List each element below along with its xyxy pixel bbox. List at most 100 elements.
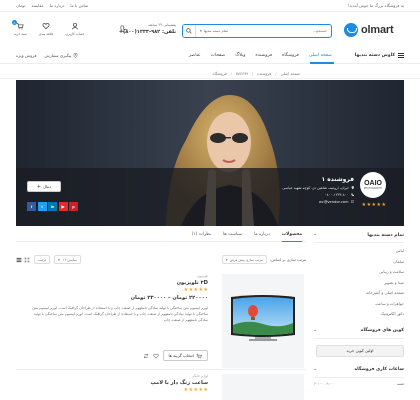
breadcrumb-vendor[interactable]: فروشنده [257,71,271,76]
tab-policies[interactable]: سیاست ها [223,232,242,241]
youtube-icon[interactable]: ▶ [58,202,68,211]
star-icon: ★ [203,287,208,293]
cart-button[interactable]: سبد خرید 0 [12,20,27,36]
star-icon: ★ [193,387,199,393]
vendor-content: محصولات درباره ما سیاست ها نظرات (۱) مرت… [16,232,306,400]
pinterest-icon[interactable]: p [69,202,78,211]
nav-item-pages[interactable]: صفحات [211,53,226,58]
currency-select[interactable]: تومان [16,3,25,8]
breadcrumb-separator: / [251,71,254,76]
categories-title: تمام دسته بندیها [367,232,404,238]
vendor-sidebar: تمام دسته بندیها – لباس مبلمان سلامت و ز… [314,232,404,400]
category-item[interactable]: جواهرات و ساعت [314,301,404,312]
special-sale-link[interactable]: فروش ویژه [16,53,36,58]
category-item[interactable]: مبلمان [314,259,404,270]
header: olmart تمام دسته بندیها ▾ پشتیبانی ۲۴ سا… [0,14,420,50]
minus-icon: – [314,327,317,334]
grid-view-icon[interactable] [24,257,30,263]
category-item[interactable]: دکور الکترونیک [314,311,404,322]
product-name[interactable]: ساعت زنگ دار با لامپ [22,380,208,386]
sort-default-select[interactable]: مرتب سازی پیش فرض ▾ [221,255,267,264]
search-input[interactable] [231,29,331,33]
track-order-label: پیگیری سفارش [44,53,72,58]
breadcrumb-home[interactable]: صفحه اصلی [280,71,300,76]
nav-item-blog[interactable]: وبلاگ [235,53,245,58]
hours-widget-title[interactable]: ساعات کاری فروشگاه – [314,367,404,378]
coupon-button[interactable]: اولین کوپن خرید [316,344,404,357]
product-category[interactable]: تلویزیون [22,274,208,278]
tab-about[interactable]: درباره ما [254,232,270,241]
account-button[interactable]: حساب کاربری [65,22,85,36]
top-bar: به فروشگاه بزرگ ما خوش آمدید! تماس با ما… [0,0,420,12]
wishlist-label: علاقه مندی [38,32,54,36]
nav-item-vendor[interactable]: فروشنده [255,53,272,58]
promo-text: به فروشگاه بزرگ ما خوش آمدید! [347,3,404,8]
product-actions: انتخاب گزینه ها [143,350,208,361]
nav-active-indicator [310,62,334,64]
hours-time: ۹:۰۰ - ۲۰:۰۰ [314,381,334,386]
star-icon: ★ [381,202,386,208]
product-card: تلویزیون ۳D تلویزیون ★ ★ ★ ★ ★ ۲۲۰۰۰۰ تومان … [16,274,306,370]
vendor-rating: ★ ★ ★ ★ ★ [362,203,386,208]
cart-icon [196,353,202,357]
search-category-label: تمام دسته بندیها [203,29,228,33]
chevron-down-icon: ▾ [225,257,228,262]
product-category[interactable]: لوازم خانگی [22,374,208,378]
browse-categories-button[interactable]: کاوش دسته بندیها [355,53,404,58]
tab-products[interactable]: محصولات [281,232,302,242]
account-label: حساب کاربری [65,32,85,36]
order-select[interactable]: ترتیب [34,255,51,264]
coupons-widget-title[interactable]: کوپن های فروشگاه – [314,328,404,339]
nav-item-home[interactable]: صفحه اصلی [309,53,332,58]
vendor-location-row: ایران، ارومیه، شاهین دژ، کوچه شهید عباسی [234,186,354,190]
twitter-icon[interactable]: t [37,202,47,211]
cart-label: سبد خرید [14,32,27,36]
breadcrumb-wcfm[interactable]: WCFM [236,71,248,76]
vendor-email-row: wc@vendor.com [234,200,354,204]
category-item[interactable]: سلامت و زیبایی [314,269,404,280]
top-link-compare[interactable]: مقایسه [31,3,43,8]
facebook-icon[interactable]: f [27,202,36,211]
category-item[interactable]: صفحه اصلی و آشپزخانه [314,290,404,301]
site-logo[interactable]: olmart [344,22,404,38]
tab-reviews[interactable]: نظرات (۱) [192,232,211,241]
product-name[interactable]: ۳D تلویزیون [22,280,208,286]
top-link-contact[interactable]: تماس با ما [70,3,88,8]
per-page-select[interactable]: نمایش ۱۲ ▾ [54,255,81,264]
email-icon [350,200,354,204]
categories-widget-title[interactable]: تمام دسته بندیها – [314,232,404,243]
vendor-logo: OAIO PHOTOGRAPHY [360,172,386,198]
heart-icon[interactable] [152,353,159,359]
logo-mark-icon [344,23,358,37]
nav-item-elements[interactable]: عناصر [189,53,201,58]
product-image[interactable] [222,374,304,400]
list-view-icon[interactable] [16,257,22,263]
nav-item-shop[interactable]: فروشگاه [282,53,299,58]
sort-bar: نمایش ۱۲ ▾ ترتیب [16,255,81,264]
compare-icon[interactable] [143,353,149,359]
vendor-banner: OAIO PHOTOGRAPHY ★ ★ ★ ★ ★ فروشنده ۱ ایران، … [16,80,404,226]
support-label: پشتیبانی ۲۴ ساعته [148,23,176,27]
user-icon [71,22,79,30]
breadcrumb-separator: / [275,71,277,76]
product-image[interactable] [222,274,304,368]
cart-icon [17,23,24,30]
view-toggle [16,257,30,263]
wishlist-button[interactable]: علاقه مندی [39,22,54,36]
vendor-email[interactable]: wc@vendor.com [319,200,349,204]
follow-button[interactable]: دنبال + [27,181,61,192]
select-options-button[interactable]: انتخاب گزینه ها [162,350,208,361]
search-button[interactable] [183,25,195,37]
track-order-link[interactable]: پیگیری سفارش [44,53,78,58]
product-info: تلویزیون ۳D تلویزیون ★ ★ ★ ★ ★ ۲۲۰۰۰۰ تومان … [22,274,208,324]
linkedin-icon[interactable]: in [48,202,57,211]
select-options-label: انتخاب گزینه ها [168,353,194,358]
heart-icon [42,22,50,30]
category-item[interactable]: لباس [314,248,404,259]
category-item[interactable]: صدا و تصویر [314,280,404,291]
top-link-about[interactable]: درباره ما [50,3,65,8]
search-category-select[interactable]: تمام دسته بندیها ▾ [195,25,232,37]
product-rating: ★ ★ ★ ★ ★ [22,388,208,393]
star-icon: ★ [198,387,204,393]
browse-categories-label: کاوش دسته بندیها [354,53,395,58]
